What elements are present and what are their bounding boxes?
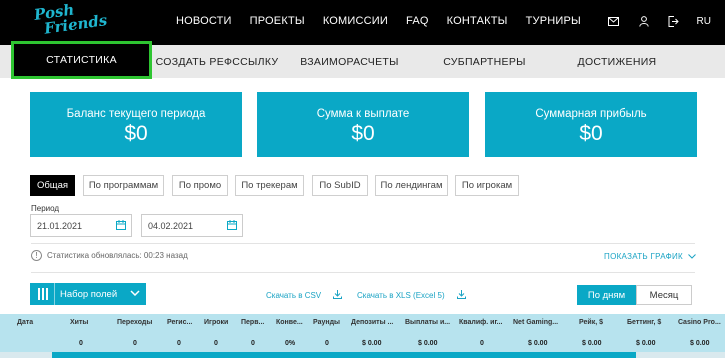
main-nav: НОВОСТИ ПРОЕКТЫ КОМИССИИ FAQ КОНТАКТЫ ТУ… [176,15,599,27]
period-label: Период [31,204,60,213]
show-graph-label: ПОКАЗАТЬ ГРАФИК [604,252,683,261]
top-navbar: Posh Friends НОВОСТИ ПРОЕКТЫ КОМИССИИ FA… [0,0,725,45]
cell-first-deposits: 0 [251,340,255,347]
col-hits[interactable]: Хиты [70,319,88,326]
cell-payouts: $ 0.00 [418,340,438,347]
card-value: $0 [351,122,375,145]
card-title: Суммарная прибыль [535,108,647,120]
card-value: $0 [579,122,603,145]
language-switcher[interactable]: RU [697,16,711,27]
filter-by-programs[interactable]: По программам [83,175,164,196]
field-set-dropdown[interactable]: Набор полей [30,283,146,305]
show-graph-link[interactable]: ПОКАЗАТЬ ГРАФИК [604,252,696,261]
divider [31,272,695,273]
nav-contacts[interactable]: КОНТАКТЫ [447,15,508,27]
chevron-down-icon [130,288,140,299]
export-xls-link[interactable]: Скачать в XLS (Excel 5) [357,290,466,301]
user-icon[interactable] [637,14,651,28]
col-conversion[interactable]: Конве... [276,319,303,326]
col-rake[interactable]: Рейк, $ [579,319,603,326]
card-payout-amount: Сумма к выплате $0 [257,92,469,157]
filter-by-promo[interactable]: По промо [172,175,228,196]
date-from-value: 21.01.2021 [37,220,83,231]
cell-registrations: 0 [177,340,181,347]
cell-net-gaming: $ 0.00 [528,340,548,347]
col-deposits[interactable]: Депозиты ... [351,319,393,326]
calendar-icon[interactable] [116,220,126,232]
tab-statistics[interactable]: СТАТИСТИКА [11,41,152,79]
col-betting[interactable]: Беттинг, $ [627,319,661,326]
export-csv-link[interactable]: Скачать в CSV [266,290,343,301]
filter-by-landings[interactable]: По лендингам [375,175,448,196]
cell-casino-profit: $ 0.00 [690,340,710,347]
date-to-value: 04.02.2021 [148,220,194,231]
stats-table-header: Дата Хиты Переходы Регис... Игроки Перв.… [0,314,725,332]
col-payouts[interactable]: Выплаты и... [405,319,450,326]
filter-by-trackers[interactable]: По трекерам [235,175,304,196]
cell-conversion: 0% [285,340,296,347]
card-title: Баланс текущего периода [66,108,206,120]
cell-betting: $ 0.00 [636,340,656,347]
cell-qualified-players: 0 [480,340,484,347]
section-tabs: СТАТИСТИКА СОЗДАТЬ РЕФССЫЛКУ ВЗАИМОРАСЧЕ… [0,41,725,79]
nav-news[interactable]: НОВОСТИ [176,15,232,27]
tab-subpartners[interactable]: СУБПАРТНЕРЫ [417,45,552,78]
col-qualified-players[interactable]: Квалиф. иг... [459,319,503,326]
date-from-input[interactable]: 21.01.2021 [30,214,132,237]
horizontal-scrollbar-thumb[interactable] [52,352,636,358]
col-date[interactable]: Дата [17,319,33,326]
col-net-gaming[interactable]: Net Gaming... [513,319,558,326]
card-title: Сумма к выплате [316,108,410,120]
tab-settlements[interactable]: ВЗАИМОРАСЧЕТЫ [282,45,417,78]
card-total-profit: Суммарная прибыль $0 [485,92,697,157]
col-registrations[interactable]: Регис... [167,319,192,326]
cell-rake: $ 0.00 [582,340,602,347]
card-value: $0 [124,122,148,145]
col-first-deposits[interactable]: Перв... [241,319,264,326]
export-xls-label: Скачать в XLS (Excel 5) [357,291,445,300]
nav-tournaments[interactable]: ТУРНИРЫ [526,15,581,27]
chevron-down-icon [688,252,696,261]
cell-players: 0 [214,340,218,347]
col-casino-profit[interactable]: Casino Pro... [678,319,721,326]
download-icon [456,290,466,301]
toggle-month[interactable]: Месяц [636,285,692,305]
info-icon: ! [31,250,42,261]
mail-icon[interactable] [607,14,621,28]
toggle-by-days[interactable]: По дням [577,285,636,305]
col-clicks[interactable]: Переходы [117,319,152,326]
tab-achievements[interactable]: ДОСТИЖЕНИЯ [552,45,682,78]
filter-general[interactable]: Общая [30,175,75,196]
download-icon [333,290,343,301]
columns-icon [38,288,50,300]
filter-by-subid[interactable]: По SubID [312,175,368,196]
logout-icon[interactable] [667,14,681,28]
stats-update-status: ! Статистика обновлялась: 00:23 назад [31,250,188,261]
filter-by-players[interactable]: По игрокам [455,175,519,196]
calendar-icon[interactable] [227,220,237,232]
cell-clicks: 0 [133,340,137,347]
cell-hits: 0 [79,340,83,347]
export-csv-label: Скачать в CSV [266,291,322,300]
col-players[interactable]: Игроки [204,319,228,326]
stats-update-text: Статистика обновлялась: 00:23 назад [47,251,188,260]
nav-faq[interactable]: FAQ [406,15,429,27]
posh-friends-logo[interactable]: Posh Friends [33,0,108,38]
nav-commissions[interactable]: КОМИССИИ [323,15,388,27]
table-row: 0 0 0 0 0 0% 0 $ 0.00 $ 0.00 0 $ 0.00 $ … [0,332,725,353]
header-actions: RU [591,14,711,28]
tab-create-reflink[interactable]: СОЗДАТЬ РЕФССЫЛКУ [152,45,282,78]
col-rounds[interactable]: Раунды [313,319,340,326]
cell-rounds: 0 [325,340,329,347]
field-set-label: Набор полей [60,288,118,300]
date-to-input[interactable]: 04.02.2021 [141,214,243,237]
cell-deposits: $ 0.00 [362,340,382,347]
card-current-balance: Баланс текущего периода $0 [30,92,242,157]
nav-projects[interactable]: ПРОЕКТЫ [250,15,305,27]
divider [31,243,695,244]
